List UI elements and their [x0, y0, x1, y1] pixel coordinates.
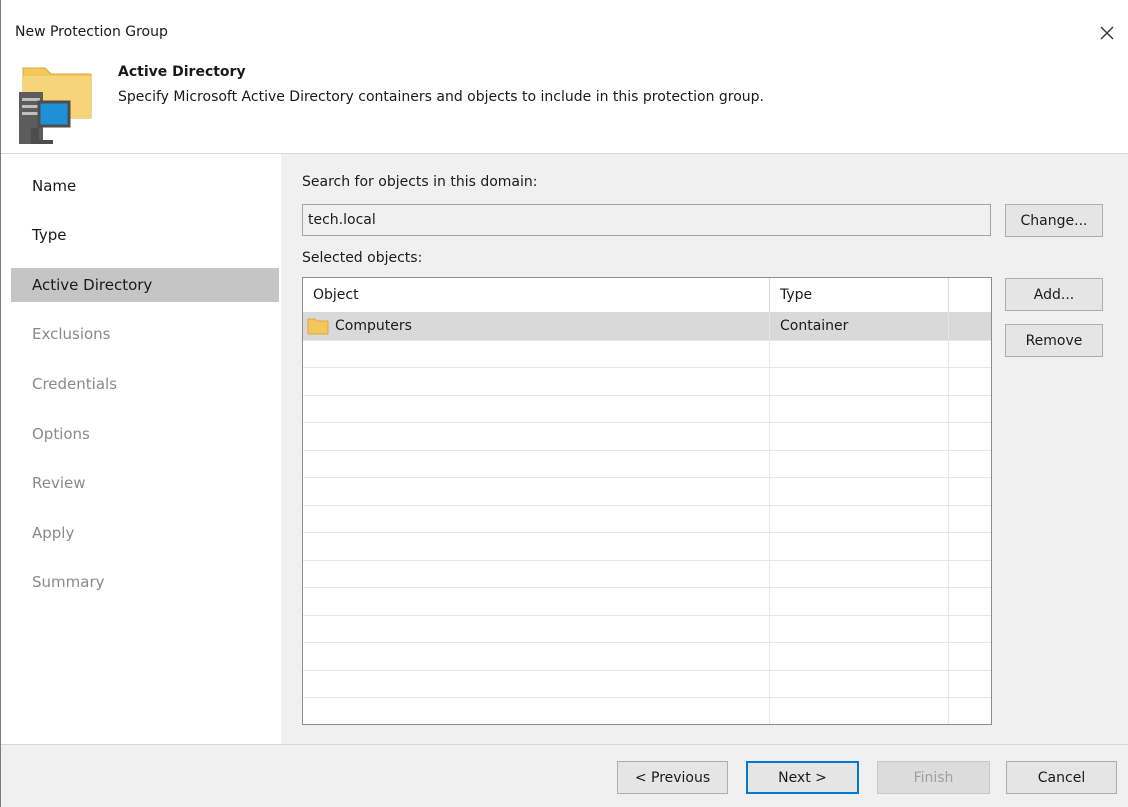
window-title: New Protection Group: [15, 24, 168, 40]
close-button[interactable]: [1094, 20, 1120, 46]
active-directory-icon: [17, 62, 93, 148]
step-title: Active Directory: [118, 64, 246, 80]
empty-row: [303, 670, 991, 698]
cancel-button[interactable]: Cancel: [1006, 761, 1117, 794]
step-active-directory[interactable]: Active Directory: [11, 268, 279, 302]
folder-icon: [307, 318, 329, 335]
next-button[interactable]: Next >: [746, 761, 859, 794]
step-credentials: Credentials: [32, 375, 118, 393]
object-cell: Computers: [303, 313, 770, 340]
step-options: Options: [32, 425, 90, 443]
domain-field[interactable]: tech.local: [302, 204, 991, 236]
step-description: Specify Microsoft Active Directory conta…: [118, 89, 765, 105]
empty-row: [303, 505, 991, 533]
empty-row: [303, 533, 991, 561]
domain-label: Search for objects in this domain:: [302, 174, 538, 190]
step-name[interactable]: Name: [11, 169, 279, 203]
wizard-steps-sidebar: Name Type Active Directory Exclusions Cr…: [1, 154, 281, 744]
empty-row: [303, 423, 991, 451]
step-summary: Summary: [32, 573, 105, 591]
empty-row: [303, 450, 991, 478]
finish-button: Finish: [877, 761, 990, 794]
object-name: Computers: [335, 318, 412, 335]
filler-cell: [949, 313, 991, 340]
empty-row: [303, 588, 991, 616]
close-icon: [1100, 26, 1114, 40]
empty-row: [303, 698, 991, 724]
selected-objects-label: Selected objects:: [302, 250, 423, 266]
remove-button[interactable]: Remove: [1005, 324, 1103, 357]
add-button[interactable]: Add...: [1005, 278, 1103, 311]
wizard-window: New Protection Group Active Directory Sp…: [0, 0, 1128, 807]
column-header-object[interactable]: Object: [303, 278, 770, 313]
wizard-footer: < Previous Next > Finish Cancel: [1, 745, 1128, 807]
empty-row: [303, 560, 991, 588]
column-header-type[interactable]: Type: [770, 278, 949, 313]
empty-row: [303, 643, 991, 671]
change-button[interactable]: Change...: [1005, 204, 1103, 237]
table-rows: Computers Container: [303, 313, 991, 724]
table-header: Object Type: [303, 278, 991, 313]
previous-button[interactable]: < Previous: [617, 761, 728, 794]
empty-row: [303, 340, 991, 368]
selected-objects-table[interactable]: Object Type Computers Container: [302, 277, 992, 725]
type-cell: Container: [770, 313, 949, 340]
step-apply: Apply: [32, 524, 75, 542]
empty-row: [303, 395, 991, 423]
step-type[interactable]: Type: [11, 218, 279, 252]
empty-row: [303, 368, 991, 396]
empty-row: [303, 615, 991, 643]
step-review: Review: [32, 474, 86, 492]
step-exclusions: Exclusions: [32, 325, 111, 343]
column-header-filler: [949, 278, 991, 313]
empty-row: [303, 478, 991, 506]
main-panel: Search for objects in this domain: tech.…: [281, 154, 1128, 744]
table-row[interactable]: Computers Container: [303, 313, 991, 341]
